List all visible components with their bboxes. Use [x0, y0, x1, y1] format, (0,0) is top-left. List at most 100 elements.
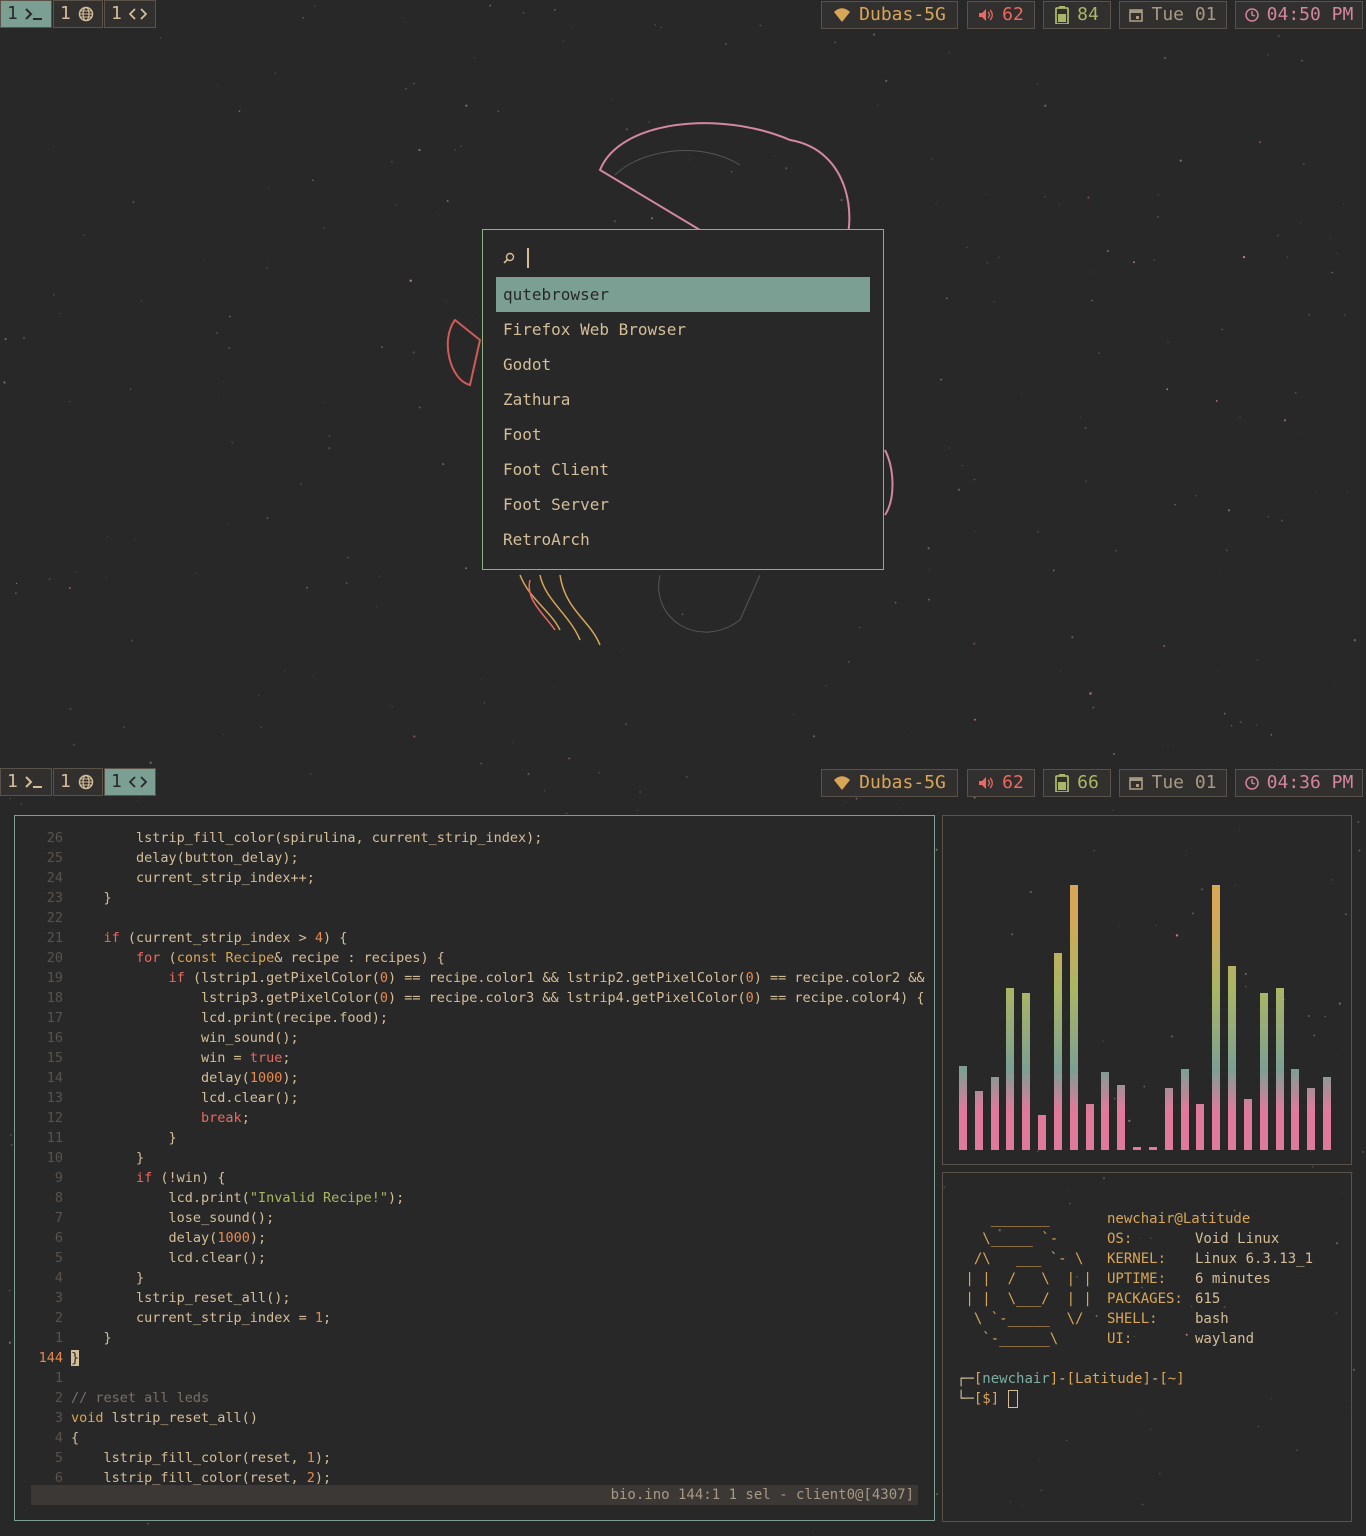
code-line[interactable]: 14 delay(1000); — [15, 1068, 924, 1088]
visualizer-bar — [1149, 1147, 1157, 1150]
workspace-browser[interactable]: 1 — [53, 768, 103, 796]
editor-cursor: } — [71, 1350, 80, 1366]
code-line[interactable]: 10 } — [15, 1148, 924, 1168]
workspace-terminal[interactable]: 1 — [0, 0, 52, 28]
code-line[interactable]: 24 current_strip_index++; — [15, 868, 924, 888]
code-buffer[interactable]: 26 lstrip_fill_color(spirulina, current_… — [15, 828, 925, 1488]
line-number: 7 — [54, 1210, 63, 1226]
workspace-browser[interactable]: 1 — [53, 0, 103, 28]
volume-module[interactable]: 62 — [967, 1, 1035, 29]
line-text: current_strip_index = 1; — [71, 1310, 332, 1326]
info-key: PACKAGES: — [1107, 1291, 1183, 1307]
visualizer-bar — [1260, 993, 1268, 1150]
line-text: } — [71, 890, 112, 906]
info-key: UPTIME: — [1107, 1271, 1167, 1287]
workspace-terminal[interactable]: 1 — [0, 768, 52, 796]
line-number: 22 — [46, 910, 63, 926]
code-line[interactable]: 5 lcd.clear(); — [15, 1248, 924, 1268]
code-editor-window[interactable]: 26 lstrip_fill_color(spirulina, current_… — [14, 815, 935, 1521]
desktop-screen-top: 1 1 1 Dubas-5G 62 84 Tue 01 04:50 PM qut… — [0, 0, 1366, 768]
prompt-separator: - — [1058, 1371, 1067, 1387]
info-row: OS: Void Linux — [1107, 1229, 1313, 1249]
line-number: 6 — [54, 1230, 63, 1246]
code-line[interactable]: 2 // reset all leds — [15, 1388, 924, 1408]
launcher-item[interactable]: Zathura — [496, 382, 870, 417]
line-text: lstrip3.getPixelColor(0) == recipe.color… — [71, 990, 925, 1006]
clock-icon — [1244, 776, 1259, 790]
code-line[interactable]: 11 } — [15, 1128, 924, 1148]
launcher-search[interactable] — [503, 247, 529, 269]
code-line[interactable]: 23 } — [15, 888, 924, 908]
code-line[interactable]: 3 lstrip_reset_all(); — [15, 1288, 924, 1308]
code-line[interactable]: 26 lstrip_fill_color(spirulina, current_… — [15, 828, 924, 848]
distro-logo-ascii: _______ \_____ `- /\ ___ `- \ | | / \ | … — [965, 1211, 1092, 1347]
code-line[interactable]: 2 current_strip_index = 1; — [15, 1308, 924, 1328]
line-text: delay(1000); — [71, 1070, 299, 1086]
prompt-host: Latitude — [1075, 1371, 1143, 1387]
line-text: win = true; — [71, 1050, 291, 1066]
code-line[interactable]: 3 void lstrip_reset_all() — [15, 1408, 924, 1428]
terminal-cursor — [1007, 1390, 1018, 1408]
code-line[interactable]: 15 win = true; — [15, 1048, 924, 1068]
wifi-module[interactable]: Dubas-5G — [821, 769, 958, 797]
code-line[interactable]: 21 if (current_strip_index > 4) { — [15, 928, 924, 948]
code-line[interactable]: 4 } — [15, 1268, 924, 1288]
line-text: } — [71, 1270, 145, 1286]
code-line[interactable]: 13 lcd.clear(); — [15, 1088, 924, 1108]
launcher-item[interactable]: RetroArch — [496, 522, 870, 557]
code-line[interactable]: 7 lose_sound(); — [15, 1208, 924, 1228]
code-line[interactable]: 1 } — [15, 1328, 924, 1348]
battery-charging-icon — [1055, 6, 1070, 24]
launcher-item[interactable]: Foot — [496, 417, 870, 452]
line-text: } — [71, 1150, 145, 1166]
launcher-item[interactable]: Firefox Web Browser — [496, 312, 870, 347]
line-number: 9 — [54, 1170, 63, 1186]
globe-icon — [78, 6, 94, 22]
speaker-icon — [979, 777, 994, 789]
visualizer-bar — [1323, 1077, 1331, 1150]
code-line[interactable]: 6 delay(1000); — [15, 1228, 924, 1248]
visualizer-bar — [959, 1066, 967, 1150]
top-status-bar: 1 1 1 Dubas-5G 62 84 Tue 01 04:50 PM — [0, 0, 1366, 30]
code-line[interactable]: 12 break; — [15, 1108, 924, 1128]
visualizer-bar — [1133, 1147, 1141, 1150]
volume-module[interactable]: 62 — [967, 769, 1035, 797]
workspace-code[interactable]: 1 — [104, 0, 156, 28]
workspace-number: 1 — [60, 3, 71, 24]
wifi-module[interactable]: Dubas-5G — [821, 1, 958, 29]
date-module: Tue 01 — [1119, 1, 1227, 29]
code-line[interactable]: 20 for (const Recipe& recipe : recipes) … — [15, 948, 924, 968]
code-line[interactable]: 19 if (lstrip1.getPixelColor(0) == recip… — [15, 968, 925, 988]
code-line[interactable]: 25 delay(button_delay); — [15, 848, 924, 868]
shell-prompt[interactable]: ┌─[newchair]-[Latitude]-[~] └─[$] — [957, 1369, 1185, 1409]
line-text: lcd.clear(); — [71, 1090, 299, 1106]
search-icon — [503, 252, 515, 264]
info-value: 6 minutes — [1195, 1271, 1271, 1287]
code-line[interactable]: 1 — [15, 1368, 924, 1388]
code-line[interactable]: 9 if (!win) { — [15, 1168, 924, 1188]
code-line[interactable]: 17 lcd.print(recipe.food); — [15, 1008, 924, 1028]
visualizer-bars — [955, 880, 1335, 1150]
line-number: 18 — [46, 990, 63, 1006]
code-icon — [128, 776, 147, 788]
launcher-item[interactable]: Foot Server — [496, 487, 870, 522]
visualizer-bar — [1181, 1069, 1189, 1150]
code-line[interactable]: 22 — [15, 908, 924, 928]
terminal-window[interactable]: _______ \_____ `- /\ ___ `- \ | | / \ | … — [942, 1172, 1352, 1522]
info-key: UI: — [1107, 1331, 1133, 1347]
launcher-item[interactable]: Foot Client — [496, 452, 870, 487]
launcher-item[interactable]: qutebrowser — [496, 277, 870, 312]
line-number: 25 — [46, 850, 63, 866]
code-line[interactable]: 8 lcd.print("Invalid Recipe!"); — [15, 1188, 924, 1208]
visualizer-bar — [975, 1091, 983, 1150]
line-number: 13 — [46, 1090, 63, 1106]
launcher-item[interactable]: Godot — [496, 347, 870, 382]
code-line[interactable]: 4{ — [15, 1428, 924, 1448]
code-line[interactable]: 5 lstrip_fill_color(reset, 1); — [15, 1448, 924, 1468]
code-line[interactable]: 144} — [15, 1348, 924, 1368]
terminal-icon — [25, 8, 42, 20]
code-line[interactable]: 16 win_sound(); — [15, 1028, 924, 1048]
line-number: 15 — [46, 1050, 63, 1066]
workspace-code[interactable]: 1 — [104, 768, 156, 796]
code-line[interactable]: 18 lstrip3.getPixelColor(0) == recipe.co… — [15, 988, 925, 1008]
